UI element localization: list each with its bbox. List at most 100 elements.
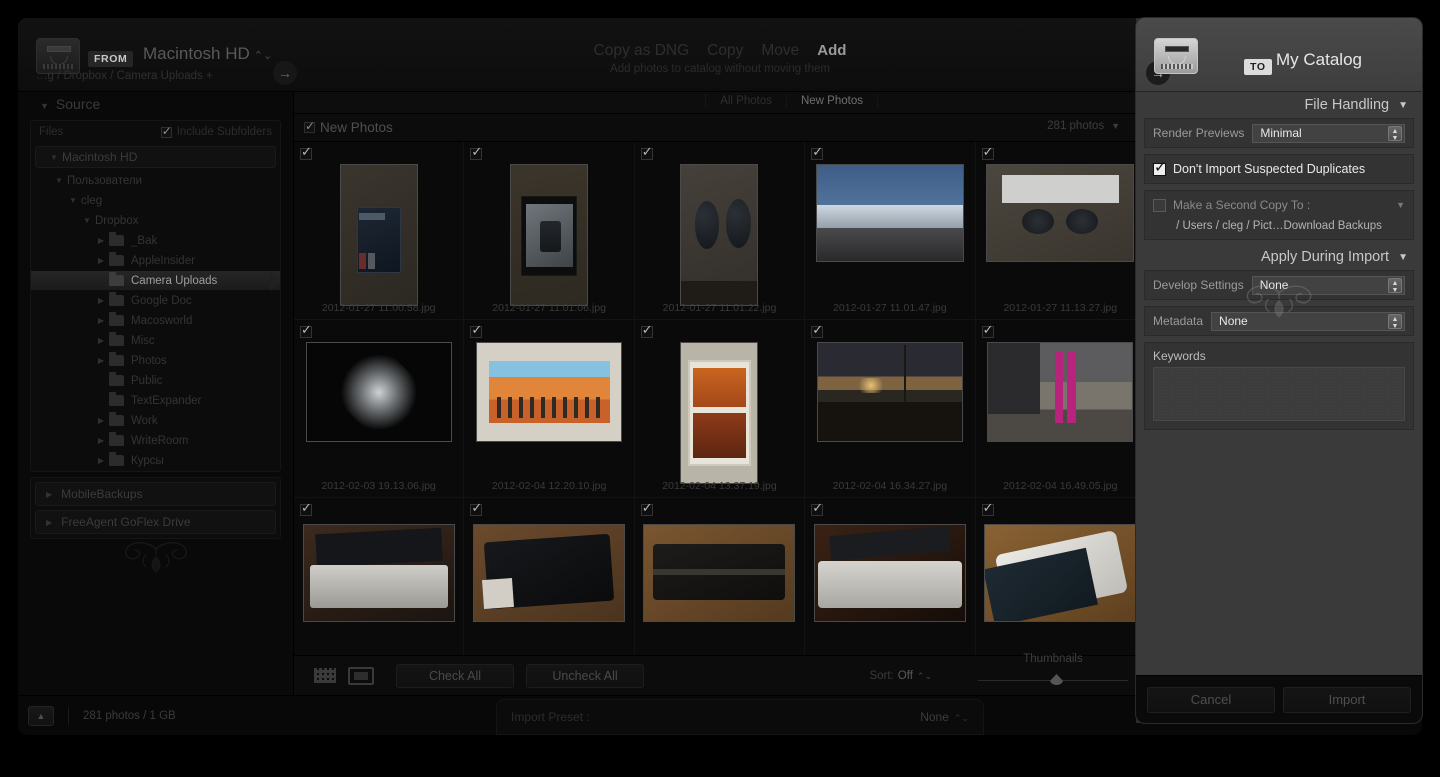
thumbnail-image[interactable] [339, 164, 418, 306]
render-previews-stepper-icon[interactable]: ▲ ▼ [1388, 125, 1402, 142]
thumbnail-checkbox[interactable] [640, 144, 653, 160]
include-subfolders-checkbox[interactable] [160, 124, 172, 138]
mode-copy[interactable]: Copy [707, 42, 743, 60]
thumbnail-slider-knob[interactable] [1050, 674, 1063, 685]
thumbnail-checkbox[interactable] [811, 322, 824, 338]
thumbnail-cell[interactable]: 2012-02-03 19.13.06.jpg [294, 320, 465, 498]
thumbnail-checkbox[interactable] [981, 322, 994, 338]
thumbnail-cell[interactable] [635, 498, 806, 655]
folder-tree-row[interactable]: ▶ AppleInsider [31, 251, 280, 271]
thumbnail-checkbox[interactable] [811, 144, 824, 160]
thumbnail-image[interactable] [305, 342, 452, 442]
collapse-panel-button[interactable]: ▲ [28, 705, 54, 726]
drive-disclosure-icon[interactable]: ▶ [46, 490, 52, 499]
thumbnail-image[interactable] [815, 164, 964, 262]
thumbnail-checkbox[interactable] [470, 500, 483, 516]
volume-row-macintosh-hd[interactable]: ▼ Macintosh HD [35, 146, 276, 168]
thumbnail-image[interactable] [813, 524, 966, 622]
disclosure-closed-icon[interactable]: ▶ [93, 236, 109, 245]
drive-row-mobilebackups[interactable]: ▶ MobileBackups [35, 482, 276, 506]
second-copy-path[interactable]: / Users / cleg / Pict…Download Backups [1145, 219, 1413, 239]
dont-import-duplicates-row[interactable]: Don't Import Suspected Duplicates [1145, 155, 1413, 183]
folder-tree-row[interactable]: ▶ Google Doc [31, 291, 280, 311]
thumbnail-checkbox[interactable] [300, 322, 312, 338]
folder-tree-row[interactable]: ▼ Пользователи [31, 171, 280, 191]
thumbnail-cell[interactable] [976, 498, 1146, 655]
disclosure-closed-icon[interactable]: ▶ [93, 416, 109, 425]
disclosure-closed-icon[interactable]: ▶ [93, 356, 109, 365]
thumbnail-checkbox[interactable] [640, 322, 653, 338]
thumbnail-checkbox[interactable] [811, 500, 824, 516]
photo-count[interactable]: 281 photos ▼ [1047, 120, 1120, 132]
thumbnail-checkbox[interactable] [981, 144, 994, 160]
folder-tree-row[interactable]: Camera Uploads [31, 271, 280, 291]
thumbnail-checkbox[interactable] [981, 500, 994, 516]
folder-tree-row[interactable]: ▶ _Bak [31, 231, 280, 251]
disclosure-closed-icon[interactable]: ▶ [93, 296, 109, 305]
thumbnail-checkbox[interactable] [640, 500, 653, 516]
sort-selector[interactable]: Off ⌃⌄ [898, 670, 932, 682]
thumbnail-image[interactable] [816, 342, 963, 442]
folder-tree-row[interactable]: ▶ Misc [31, 331, 280, 351]
thumbnail-cell[interactable]: 2012-01-27 11.01.06.jpg [464, 142, 635, 320]
thumbnail-cell[interactable] [294, 498, 465, 655]
folder-tree-row[interactable]: ▼ cleg [31, 191, 280, 211]
thumbnail-cell[interactable] [805, 498, 976, 655]
disclosure-closed-icon[interactable]: ▶ [93, 256, 109, 265]
disclosure-closed-icon[interactable]: ▶ [93, 456, 109, 465]
thumbnail-image[interactable] [476, 342, 623, 442]
cancel-button[interactable]: Cancel [1147, 686, 1275, 713]
select-all-checkbox[interactable] [304, 119, 315, 133]
folder-tree-row[interactable]: ▼ Dropbox [31, 211, 280, 231]
thumbnail-image[interactable] [302, 524, 455, 622]
folder-tree-row[interactable]: ▶ Work [31, 411, 280, 431]
folder-tree-row[interactable]: ▶ Macosworld [31, 311, 280, 331]
thumbnail-cell[interactable]: 2012-02-04 12.20.10.jpg [464, 320, 635, 498]
second-copy-checkbox[interactable] [1153, 198, 1166, 212]
folder-tree-row[interactable]: ▶ WriteRoom [31, 431, 280, 451]
folder-tree-row[interactable]: ▶ Photos [31, 351, 280, 371]
source-panel-header[interactable]: ▼ Source [18, 92, 293, 118]
second-copy-caret-icon[interactable]: ▼ [1396, 200, 1405, 210]
thumbnail-image[interactable] [984, 524, 1137, 622]
apply-during-import-header[interactable]: Apply During Import ▼ [1144, 244, 1414, 270]
thumbnail-checkbox[interactable] [300, 144, 312, 160]
grid-view-icon[interactable] [312, 666, 338, 686]
drive-disclosure-icon[interactable]: ▶ [46, 518, 52, 527]
disclosure-open-icon[interactable]: ▼ [79, 216, 95, 225]
second-copy-row[interactable]: Make a Second Copy To : ▼ [1145, 191, 1413, 219]
folder-tree-row[interactable]: Public [31, 371, 280, 391]
tab-all-photos[interactable]: All Photos [705, 95, 786, 107]
disclosure-closed-icon[interactable]: ▶ [93, 316, 109, 325]
dont-import-duplicates-checkbox[interactable] [1153, 158, 1167, 176]
check-all-button[interactable]: Check All [396, 663, 514, 688]
import-preset-bar[interactable]: Import Preset : None ⌃⌄ [496, 699, 984, 735]
thumbnail-size-slider[interactable]: Thumbnails [978, 653, 1128, 685]
import-preset-selector[interactable]: None ⌃⌄ [920, 710, 969, 724]
thumbnail-image[interactable] [473, 524, 626, 622]
thumbnail-cell[interactable]: 2012-01-27 11.00.58.jpg [294, 142, 465, 320]
disclosure-closed-icon[interactable]: ▶ [93, 336, 109, 345]
thumbnail-image[interactable] [643, 524, 796, 622]
mode-copy-as-dng[interactable]: Copy as DNG [594, 42, 690, 60]
folder-tree-row[interactable]: ▶ Курсы [31, 451, 280, 471]
thumbnail-grid-scroll-area[interactable]: 2012-01-27 11.00.58.jpg 2012-01-27 11.01.… [294, 142, 1146, 655]
thumbnail-checkbox[interactable] [470, 144, 483, 160]
disclosure-open-icon[interactable]: ▼ [51, 176, 67, 185]
file-handling-header[interactable]: File Handling ▼ [1144, 92, 1414, 118]
thumbnail-cell[interactable]: 2012-01-27 11.13.27.jpg [975, 142, 1146, 320]
thumbnail-cell[interactable]: 2012-01-27 11.01.47.jpg [805, 142, 976, 320]
thumbnail-checkbox[interactable] [470, 322, 483, 338]
thumbnail-cell[interactable] [464, 498, 635, 655]
thumbnail-cell[interactable]: 2012-02-04 16.49.05.jpg [975, 320, 1146, 498]
disclosure-closed-icon[interactable]: ▶ [93, 436, 109, 445]
thumbnail-cell[interactable]: 2012-02-04 16.34.27.jpg [805, 320, 976, 498]
thumbnail-image[interactable] [680, 342, 759, 484]
thumbnail-image[interactable] [680, 164, 759, 306]
render-previews-select[interactable]: Minimal ▲ ▼ [1252, 123, 1405, 143]
thumbnail-checkbox[interactable] [300, 500, 312, 516]
drive-row-freeagent[interactable]: ▶ FreeAgent GoFlex Drive [35, 510, 276, 534]
uncheck-all-button[interactable]: Uncheck All [526, 663, 644, 688]
keywords-input[interactable] [1153, 367, 1405, 421]
thumbnail-image[interactable] [986, 164, 1135, 262]
